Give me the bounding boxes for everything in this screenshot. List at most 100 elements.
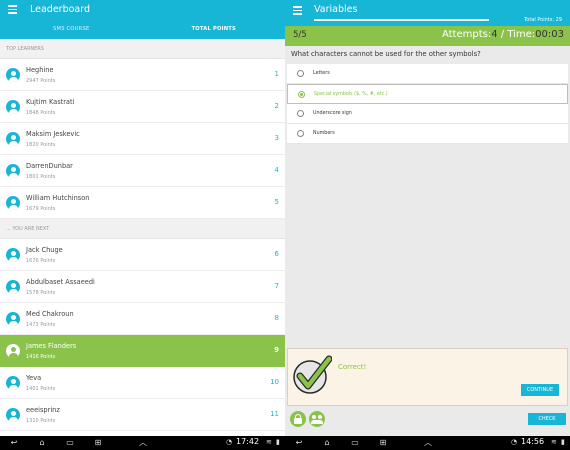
tab-sms-course[interactable]: SMS COURSE: [0, 20, 143, 39]
learner-rank: 8: [274, 314, 279, 322]
learner-points: 1401 Points: [26, 386, 56, 392]
learner-points: 1679 Points: [26, 206, 56, 212]
leaderboard-row[interactable]: Kujtim Kastrati 1848 Points 2: [0, 91, 285, 123]
continue-button[interactable]: CONTINUE: [521, 384, 559, 396]
avatar-icon: [6, 376, 20, 390]
leaderboard-row[interactable]: DarrenDunbar 1801 Points 4: [0, 155, 285, 187]
back-icon[interactable]: ↩: [8, 438, 20, 448]
feedback-panel: Correct! CONTINUE: [287, 348, 568, 406]
answer-option[interactable]: Numbers: [287, 124, 568, 144]
avatar-icon: [6, 164, 20, 178]
up-icon[interactable]: ︿: [422, 438, 434, 448]
menu-icon[interactable]: [293, 6, 302, 16]
radio-button[interactable]: [298, 91, 305, 98]
answer-option-label: Numbers: [313, 131, 335, 136]
home-icon[interactable]: ⌂: [36, 438, 48, 448]
learner-name: eeeisprinz: [26, 406, 60, 414]
learner-points: 2947 Points: [26, 78, 56, 84]
sync-icon: ◔: [511, 438, 518, 446]
tab-total-points[interactable]: TOTAL POINTS: [143, 20, 286, 39]
check-button[interactable]: CHECK: [528, 413, 566, 425]
sync-icon: ◔: [226, 438, 233, 446]
leaderboard-list[interactable]: TOP LEARNERS Heghine 2947 Points 1 Kujtim K…: [0, 39, 285, 436]
learner-rank: 4: [274, 166, 279, 174]
wifi-icon: ≋: [266, 438, 272, 446]
learner-rank: 3: [274, 134, 279, 142]
lesson-progress-fill: [314, 19, 489, 21]
avatar-icon: [6, 312, 20, 326]
leaderboard-row[interactable]: eeeisprinz 1310 Points 11: [0, 399, 285, 431]
learner-name: Heghine: [26, 66, 54, 74]
learner-name: Kujtim Kastrati: [26, 98, 75, 106]
answer-option[interactable]: Underscore sign: [287, 104, 568, 124]
system-nav-bar-right: ↩ ⌂ ▭ ⊞ ︿ ◔ 14:56 ≋ ▮: [285, 436, 570, 450]
leaderboard-row[interactable]: James Flanders 1416 Points 9: [0, 335, 285, 367]
screenshot-icon[interactable]: ⊞: [377, 438, 389, 448]
answer-option[interactable]: Letters: [287, 64, 568, 84]
learner-rank: 2: [274, 102, 279, 110]
total-points: Total Points: 29: [524, 17, 562, 23]
feedback-message: Correct!: [338, 363, 367, 371]
leaderboard-row[interactable]: William Hutchinson 1679 Points 5: [0, 187, 285, 219]
learner-name: Abdulbaset Assaeedi: [26, 278, 95, 286]
attempts-label: Attempts:: [441, 29, 492, 40]
leaderboard-row[interactable]: Maksim Jeskevic 1820 Points 3: [0, 123, 285, 155]
learner-points: 1820 Points: [26, 142, 56, 148]
learner-points: 1676 Points: [26, 258, 56, 264]
status-clock: 17:42: [236, 437, 260, 446]
answer-option[interactable]: Special symbols ($, %, #, etc.): [287, 84, 568, 104]
section-header-you-are-next: ... YOU ARE NEXT: [0, 219, 285, 239]
recent-apps-icon[interactable]: ▭: [64, 438, 76, 448]
radio-button[interactable]: [297, 130, 304, 137]
avatar-icon: [6, 280, 20, 294]
learner-name: Med Chakroun: [26, 310, 74, 318]
radio-button[interactable]: [297, 70, 304, 77]
menu-icon[interactable]: [8, 5, 17, 15]
leaderboard-row[interactable]: Abdulbaset Assaeedi 1578 Points 7: [0, 271, 285, 303]
leaderboard-row[interactable]: Yeva 1401 Points 10: [0, 367, 285, 399]
battery-icon: ▮: [276, 438, 280, 446]
battery-icon: ▮: [561, 438, 565, 446]
system-nav-bar-left: ↩ ⌂ ▭ ⊞ ︿ ◔ 17:42 ≋ ▮: [0, 436, 285, 450]
learner-points: 1848 Points: [26, 110, 56, 116]
avatar-icon: [6, 408, 20, 422]
leaderboard-title: Leaderboard: [30, 4, 91, 15]
lesson-progress-bar: [314, 19, 489, 21]
lock-icon[interactable]: [290, 411, 306, 427]
learner-name: DarrenDunbar: [26, 162, 73, 170]
recent-apps-icon[interactable]: ▭: [349, 438, 361, 448]
learner-rank: 10: [270, 378, 279, 386]
answer-options: Letters Special symbols ($, %, #, etc.) Un…: [287, 64, 568, 144]
leaderboard-row[interactable]: Heghine 2947 Points 1: [0, 59, 285, 91]
avatar-icon: [6, 100, 20, 114]
learner-rank: 11: [270, 410, 279, 418]
leaderboard-row[interactable]: Med Chakroun 1473 Points 8: [0, 303, 285, 335]
learner-rank: 5: [274, 198, 279, 206]
learner-name: Maksim Jeskevic: [26, 130, 80, 138]
attempts-timer: Attempts:4 / Time:00:03: [442, 29, 564, 40]
learner-rank: 6: [274, 250, 279, 258]
leaderboard-row[interactable]: Jack Chuge 1676 Points 6: [0, 239, 285, 271]
learner-rank: 1: [274, 70, 279, 78]
people-icon[interactable]: [309, 411, 325, 427]
learner-name: Jack Chuge: [26, 246, 63, 254]
radio-button[interactable]: [297, 110, 304, 117]
quiz-screen: Variables Total Points: 29 5/5 Attempts:…: [285, 0, 570, 436]
quiz-bottom-bar: CHECK: [285, 406, 570, 436]
quiz-appbar: Variables Total Points: 29: [285, 0, 570, 26]
question-counter: 5/5: [293, 30, 307, 40]
home-icon[interactable]: ⌂: [321, 438, 333, 448]
avatar-icon: [6, 196, 20, 210]
learner-points: 1578 Points: [26, 290, 56, 296]
learner-points: 1310 Points: [26, 418, 56, 424]
status-clock: 14:56: [521, 437, 545, 446]
avatar-icon: [6, 248, 20, 262]
back-icon[interactable]: ↩: [293, 438, 305, 448]
question-status-bar: 5/5 Attempts:4 / Time:00:03: [285, 26, 570, 46]
up-icon[interactable]: ︿: [137, 438, 149, 448]
leaderboard-appbar: Leaderboard: [0, 0, 285, 20]
screenshot-icon[interactable]: ⊞: [92, 438, 104, 448]
time-label: / Time:: [497, 29, 536, 40]
avatar-icon: [6, 132, 20, 146]
question-text: What characters cannot be used for the o…: [291, 50, 481, 58]
